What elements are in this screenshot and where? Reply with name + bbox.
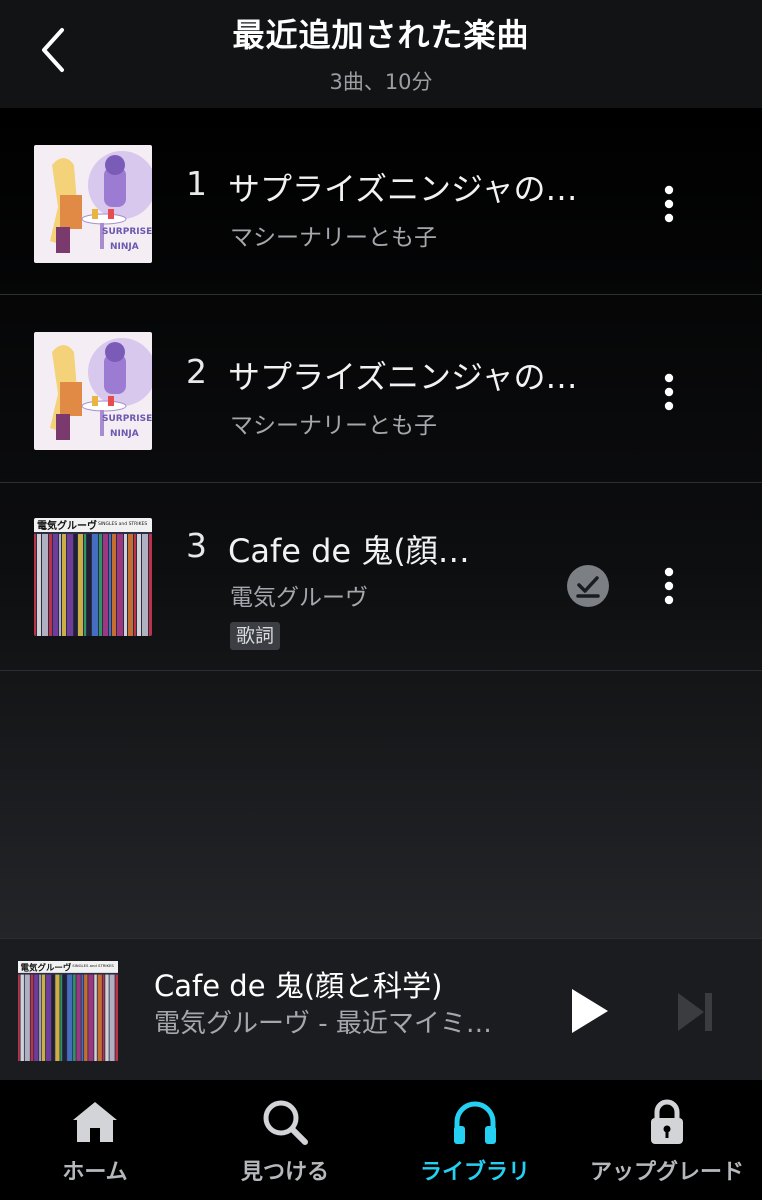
track-title: サプライズニンジャの… xyxy=(228,358,578,396)
search-icon xyxy=(263,1100,308,1145)
track-number: 2 xyxy=(186,352,207,391)
track-row-3[interactable]: 電気グルーヴ SINGLES and STRIKES 3 Cafe de 鬼(顔… xyxy=(0,484,762,671)
track-row-2[interactable]: SURPRISE NINJA 2 サプライズニンジャの… マシーナリーとも子 xyxy=(0,296,762,483)
lyrics-badge: 歌詞 xyxy=(230,622,281,650)
art-caption: 電気グルーヴ xyxy=(21,962,72,972)
more-vertical-icon xyxy=(664,373,674,411)
more-options-button[interactable] xyxy=(650,556,688,616)
track-artist: 電気グルーヴ xyxy=(230,585,368,611)
track-title: Cafe de 鬼(顔… xyxy=(228,532,470,570)
more-vertical-icon xyxy=(664,567,674,605)
now-playing-title: Cafe de 鬼(顔と科学) xyxy=(154,969,443,1003)
album-art: 電気グルーヴ SINGLES and STRIKES xyxy=(34,518,152,636)
nav-label: アップグレード xyxy=(589,1160,744,1185)
track-number: 3 xyxy=(186,526,207,565)
track-title: サプライズニンジャの… xyxy=(228,170,578,208)
album-art: SURPRISE NINJA xyxy=(34,332,152,450)
more-options-button[interactable] xyxy=(650,362,688,422)
nav-upgrade[interactable]: アップグレード xyxy=(572,1080,762,1200)
art-caption: SINGLES and STRIKES xyxy=(98,521,147,527)
nav-home[interactable]: ホーム xyxy=(0,1080,190,1200)
nav-label: ライブラリ xyxy=(419,1160,530,1185)
skip-next-icon xyxy=(678,993,712,1031)
mini-player[interactable]: 電気グルーヴ SINGLES and STRIKES Cafe de 鬼(顔と科… xyxy=(0,938,762,1080)
art-caption: NINJA xyxy=(110,429,139,439)
bottom-navigation: ホーム 見つける ライブラリ アップグレード xyxy=(0,1080,762,1200)
headphones-icon xyxy=(454,1101,496,1144)
more-vertical-icon xyxy=(664,185,674,223)
app-header: 最近追加された楽曲 3曲、10分 xyxy=(0,0,762,108)
downloaded-icon xyxy=(567,565,609,607)
track-list: SURPRISE NINJA 1 サプライズニンジャの… マシーナリーとも子 S… xyxy=(0,108,762,938)
art-caption: NINJA xyxy=(110,242,139,252)
nav-label: 見つける xyxy=(240,1160,329,1185)
play-icon xyxy=(572,989,608,1033)
track-row-1[interactable]: SURPRISE NINJA 1 サプライズニンジャの… マシーナリーとも子 xyxy=(0,108,762,295)
next-track-button[interactable] xyxy=(672,989,718,1035)
album-art: SURPRISE NINJA xyxy=(34,145,152,263)
art-caption: 電気グルーヴ xyxy=(37,519,97,532)
nav-library[interactable]: ライブラリ xyxy=(380,1080,570,1200)
play-button[interactable] xyxy=(560,983,616,1039)
art-caption: SINGLES and STRIKES xyxy=(72,963,114,968)
nav-label: ホーム xyxy=(62,1160,128,1185)
nav-find[interactable]: 見つける xyxy=(190,1080,380,1200)
track-artist: マシーナリーとも子 xyxy=(230,413,437,439)
more-options-button[interactable] xyxy=(650,174,688,234)
art-caption: SURPRISE xyxy=(102,414,152,424)
home-icon xyxy=(73,1102,117,1142)
now-playing-art: 電気グルーヴ SINGLES and STRIKES xyxy=(18,961,118,1061)
page-subtitle: 3曲、10分 xyxy=(329,70,433,94)
art-caption: SURPRISE xyxy=(102,227,152,237)
track-artist: マシーナリーとも子 xyxy=(230,225,437,251)
lock-icon xyxy=(651,1099,683,1144)
track-number: 1 xyxy=(186,164,207,203)
now-playing-subtitle: 電気グルーヴ - 最近マイミ… xyxy=(154,1009,492,1039)
page-title: 最近追加された楽曲 xyxy=(232,16,530,54)
